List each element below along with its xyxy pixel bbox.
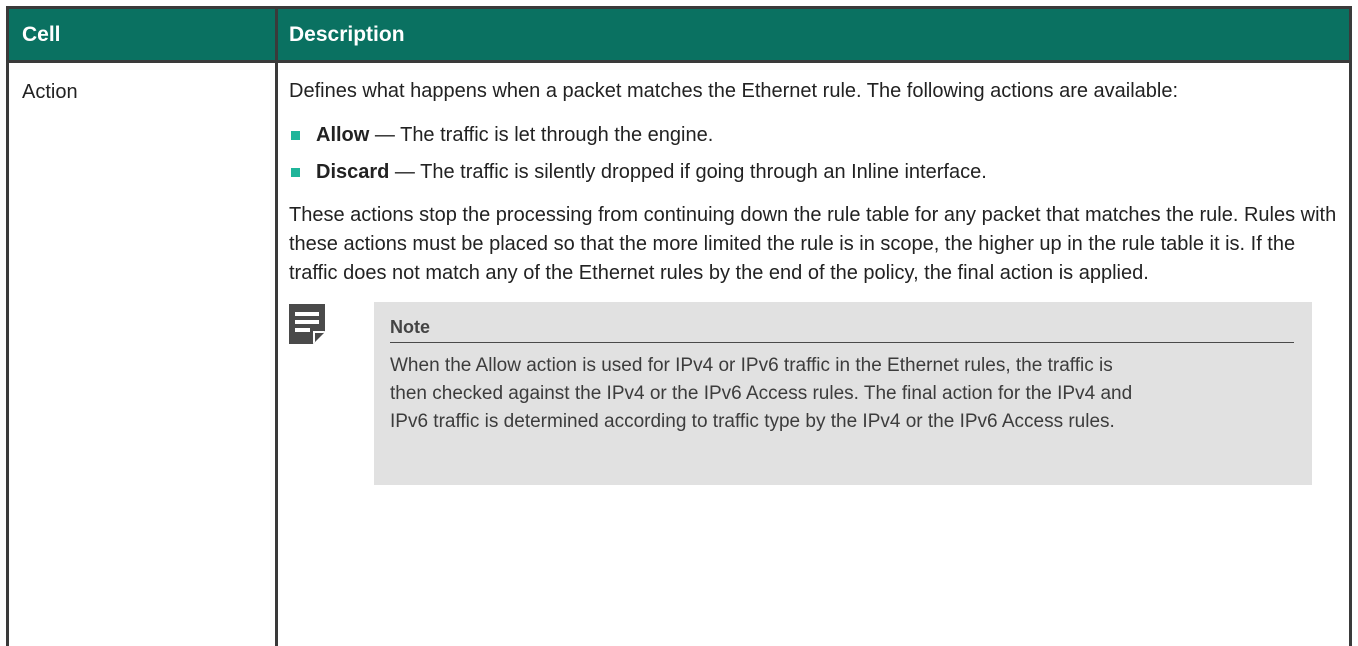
description-intro: Defines what happens when a packet match… bbox=[289, 80, 1179, 102]
action-description: — The traffic is let through the engine. bbox=[369, 124, 714, 146]
header-cell-column: Cell bbox=[22, 23, 61, 46]
list-item: Allow — The traffic is let through the e… bbox=[289, 120, 1339, 151]
description-paragraph: These actions stop the processing from c… bbox=[289, 204, 1337, 284]
action-description: — The traffic is silently dropped if goi… bbox=[389, 161, 987, 183]
documentation-table: Cell Description Action Defines what hap… bbox=[6, 6, 1352, 646]
table-header-row: Cell Description bbox=[9, 9, 1349, 63]
note-title: Note bbox=[390, 314, 1294, 343]
action-term: Allow bbox=[316, 124, 370, 146]
note-body: When the Allow action is used for IPv4 o… bbox=[390, 355, 1133, 432]
header-description-column: Description bbox=[289, 23, 405, 46]
action-term: Discard bbox=[316, 161, 390, 183]
note-icon bbox=[289, 304, 325, 344]
row-description: Defines what happens when a packet match… bbox=[289, 77, 1339, 512]
row-cell-name: Action bbox=[22, 81, 78, 103]
note-callout: Note When the Allow action is used for I… bbox=[289, 302, 1339, 512]
bullet-square-icon bbox=[291, 131, 300, 140]
bullet-square-icon bbox=[291, 168, 300, 177]
note-box: Note When the Allow action is used for I… bbox=[374, 302, 1312, 485]
actions-list: Allow — The traffic is let through the e… bbox=[289, 120, 1339, 188]
list-item: Discard — The traffic is silently droppe… bbox=[289, 157, 1339, 188]
column-divider bbox=[275, 9, 278, 646]
